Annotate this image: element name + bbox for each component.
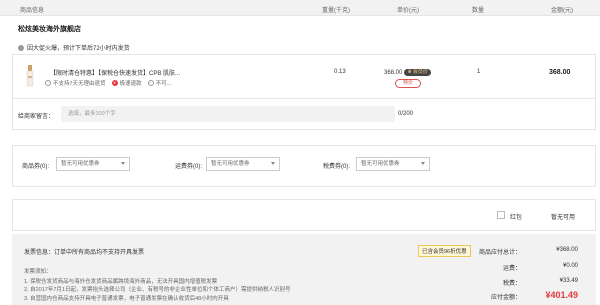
refund-icon: ¥ — [111, 80, 118, 86]
shipping-notice: 因大促火爆，预计下单后72小时内发货 — [18, 43, 130, 52]
product-weight: 0.13 — [334, 69, 346, 75]
message-char-count: 0/200 — [398, 111, 414, 117]
notice-text: 因大促火爆，预计下单后72小时内发货 — [27, 46, 130, 52]
tag-no-return-label: 不支持7天无理由退货 — [53, 81, 106, 87]
product-price: 368.00 ♛ 会员价 — [384, 69, 431, 76]
col-quantity: 数量 — [472, 8, 485, 14]
shipping-coupon-select[interactable]: 暂无可用优惠券 — [206, 157, 280, 171]
exclamation-icon: ! — [147, 80, 154, 86]
product-thumbnail[interactable] — [22, 64, 38, 88]
col-weight: 重量(千克) — [322, 8, 350, 14]
product-tags: ! 不支持7天无理由退货 ¥ 极速退款 ! 不可... — [45, 79, 171, 87]
tag-no-return: ! 不支持7天无理由退货 — [45, 79, 106, 87]
tag-other-label: 不可... — [155, 81, 172, 87]
price-value: 368.00 — [384, 69, 403, 76]
shipping-coupon-label: 运费券(0): — [175, 164, 203, 170]
message-label: 给商家留言： — [18, 114, 55, 120]
redpack-value: 暂无可用 — [551, 215, 576, 221]
promo-button[interactable]: 特价 — [395, 79, 421, 88]
invoice-info: 发票信息：订单中所有商品均不支持开具发票 — [24, 250, 145, 256]
goods-coupon-select[interactable]: 暂无可用优惠券 — [56, 157, 130, 171]
vip-crown-icon: ♛ — [407, 69, 412, 75]
tag-fast-refund-label: 极速退款 — [119, 81, 142, 87]
redpack-label: 红包 — [510, 215, 523, 221]
tax-coupon-label: 税费券(0): — [323, 164, 351, 170]
redpack-row — [12, 199, 596, 231]
vip-price-badge: ♛ 会员价 — [404, 69, 431, 76]
product-amount: 368.00 — [549, 69, 571, 76]
col-amount: 金额(元) — [551, 8, 573, 14]
product-quantity: 1 — [477, 69, 481, 75]
grand-total-label: 应付金额： — [491, 295, 522, 301]
goods-coupon-label: 商品券(0): — [22, 164, 50, 170]
col-unit-price: 单价(元) — [397, 8, 419, 14]
product-name[interactable]: 【限时清仓特惠】【保税仓快速发货】CPB 肌肤... — [50, 68, 180, 77]
member-discount-badge: 已含会员96折优惠 — [418, 245, 471, 257]
invoice-note-3: 3. 自营国内仓商品支持开具电子普通发票，电子普通发票在确认收货后48小时内开具 — [24, 296, 229, 302]
shipping-fee-label: 运费： — [503, 266, 522, 272]
exclamation-icon: ! — [45, 80, 51, 86]
tag-other: ! 不可... — [147, 79, 172, 87]
invoice-note-1: 1. 保税仓发货商品与海外仓发货商品属跨境海外商品，无法开具国内增值税发票 — [24, 279, 218, 285]
info-icon — [18, 44, 24, 51]
invoice-notes-title: 发票须知： — [24, 269, 52, 275]
grand-total-value: ¥401.49 — [545, 290, 578, 300]
invoice-note-2: 2. 自2017年7月1日起，发票抬头选择公司（企业、有税号的非企业性单位和个体… — [24, 287, 291, 293]
table-header: 商品信息 重量(千克) 单价(元) 数量 金额(元) — [0, 0, 600, 16]
tax-fee-value: ¥33.49 — [559, 278, 578, 284]
goods-total-label: 商品应付总计： — [479, 250, 522, 256]
goods-total-value: ¥368.00 — [556, 247, 578, 253]
tax-fee-label: 税费： — [503, 281, 522, 287]
message-input[interactable]: 选填，最多100个字 — [61, 106, 395, 122]
vip-label: 会员价 — [412, 69, 428, 75]
shipping-fee-value: ¥0.00 — [562, 263, 578, 269]
tax-coupon-select[interactable]: 暂无可用优惠券 — [356, 157, 430, 171]
shop-name[interactable]: 松炫美妆海外旗舰店 — [18, 24, 81, 34]
col-product-info: 商品信息 — [20, 8, 45, 14]
redpack-checkbox[interactable] — [497, 211, 505, 219]
tag-fast-refund: ¥ 极速退款 — [111, 79, 142, 87]
